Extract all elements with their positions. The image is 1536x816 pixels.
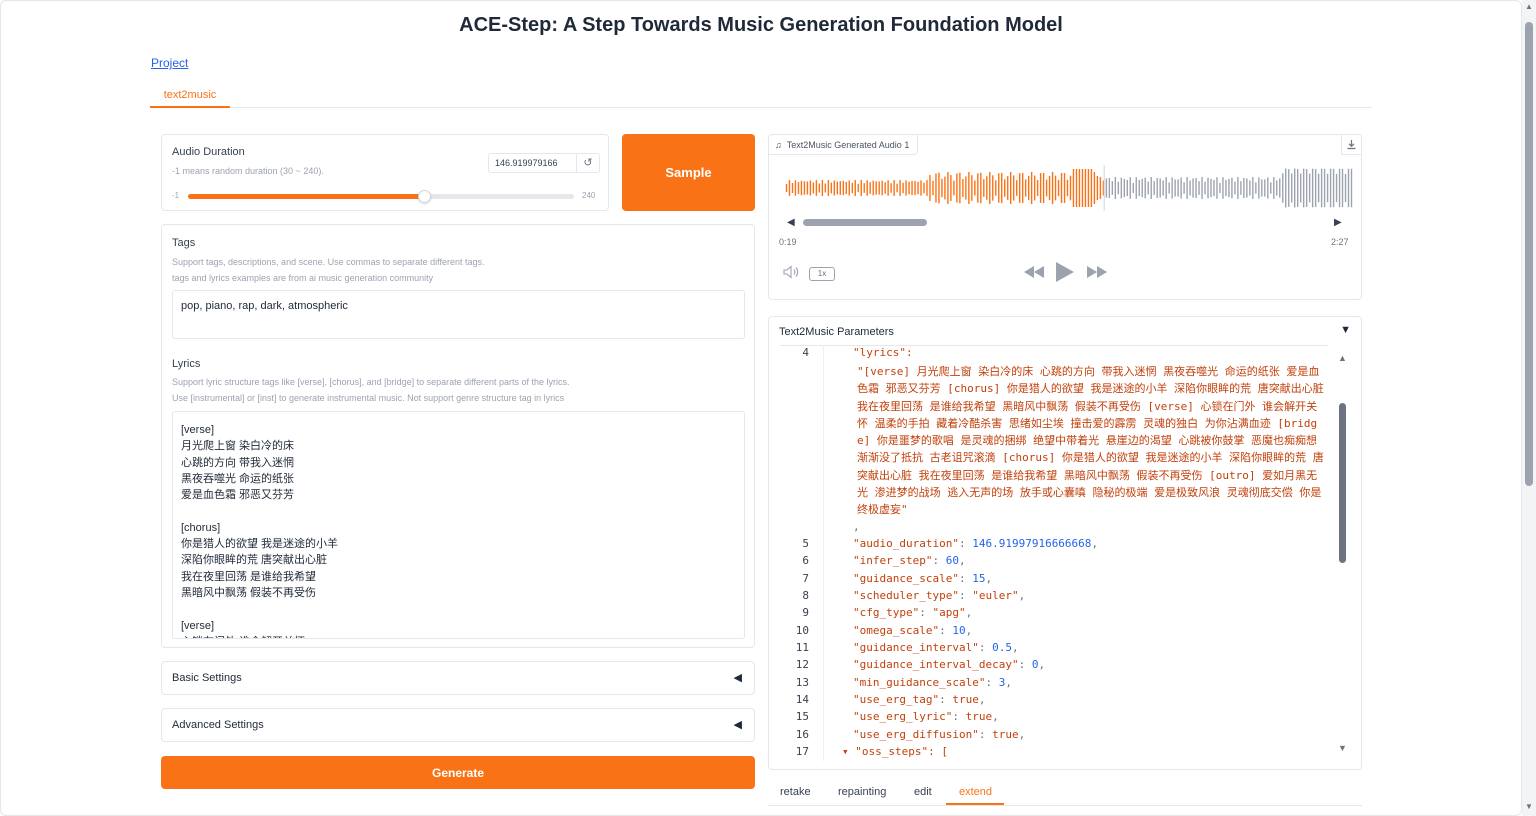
window-scrollbar[interactable]: ▲ ▼ bbox=[1522, 0, 1536, 816]
json-entry: "scheduler_type": "euler", bbox=[853, 588, 1026, 602]
collapse-arrow-icon: ◀ bbox=[733, 719, 742, 731]
json-entry: "omega_scale": 10, bbox=[853, 623, 973, 637]
audio-title: Text2Music Generated Audio 1 bbox=[786, 139, 910, 150]
audio-duration-hint: -1 means random duration (30 ~ 240). bbox=[172, 166, 324, 176]
waveform-scroll-left-icon[interactable]: ◀ bbox=[787, 217, 795, 228]
waveform-scroll-thumb[interactable] bbox=[803, 219, 927, 226]
reset-icon[interactable]: ↺ bbox=[577, 154, 599, 172]
rewind-icon[interactable] bbox=[1024, 266, 1044, 281]
main-tabbar: text2music bbox=[150, 86, 1372, 108]
lyrics-hint: Support lyric structure tags like [verse… bbox=[172, 377, 570, 387]
tab-repainting[interactable]: repainting bbox=[838, 786, 886, 798]
line-number: 12 bbox=[795, 658, 809, 672]
current-time: 0:19 bbox=[779, 237, 797, 247]
waveform-scroll-right-icon[interactable]: ▶ bbox=[1334, 217, 1342, 228]
slider-min-label: -1 bbox=[172, 191, 180, 200]
advanced-settings-accordion[interactable]: Advanced Settings ◀ bbox=[161, 708, 755, 742]
playback-rate-button[interactable]: 1x bbox=[809, 267, 835, 281]
tags-lyrics-panel: Tags Support tags, descriptions, and sce… bbox=[161, 224, 755, 648]
json-entry: "use_erg_lyric": true, bbox=[853, 710, 999, 724]
sample-button[interactable]: Sample bbox=[622, 134, 755, 211]
json-entry: "use_erg_diffusion": true, bbox=[853, 727, 1026, 741]
lyrics-input[interactable]: [verse] 月光爬上窗 染白冷的床 心跳的方向 带我入迷惘 黑夜吞噬光 命运… bbox=[172, 411, 745, 639]
tags-examples-hint: tags and lyrics examples are from ai mus… bbox=[172, 273, 434, 283]
audio-duration-slider[interactable] bbox=[188, 190, 574, 203]
parameters-panel: Text2Music Parameters ▼ 4 5 6 7 8 9 10 11 12 13 14… bbox=[768, 316, 1362, 770]
scroll-up-icon[interactable]: ▲ bbox=[1338, 353, 1347, 363]
download-icon[interactable] bbox=[1341, 135, 1361, 155]
scroll-down-icon[interactable]: ▼ bbox=[1525, 802, 1533, 811]
basic-settings-label: Basic Settings bbox=[172, 672, 242, 684]
json-entry-oss-steps[interactable]: ▾ "oss_steps": [ bbox=[842, 745, 948, 758]
audio-duration-number: 146.919979166 ↺ bbox=[488, 153, 600, 173]
line-number: 8 bbox=[802, 588, 809, 602]
line-number: 15 bbox=[795, 710, 809, 724]
line-number: 6 bbox=[802, 554, 809, 568]
scroll-down-icon[interactable]: ▼ bbox=[1338, 743, 1347, 753]
tab-text2music[interactable]: text2music bbox=[150, 86, 230, 108]
collapse-arrow-icon: ◀ bbox=[733, 672, 742, 684]
parameters-title: Text2Music Parameters bbox=[779, 326, 894, 338]
project-link[interactable]: Project bbox=[151, 56, 188, 70]
json-scroll-thumb[interactable] bbox=[1339, 403, 1346, 563]
json-entry: "guidance_scale": 15, bbox=[853, 571, 993, 585]
audio-label: ♫ Text2Music Generated Audio 1 bbox=[769, 135, 919, 155]
lyrics-instrumental-hint: Use [instrumental] or [inst] to generate… bbox=[172, 393, 565, 403]
line-number: 13 bbox=[795, 675, 809, 689]
line-number: 4 bbox=[802, 346, 809, 359]
line-number: 7 bbox=[802, 571, 809, 585]
tags-input[interactable]: pop, piano, rap, dark, atmospheric bbox=[172, 290, 745, 339]
line-number: 10 bbox=[795, 623, 809, 637]
json-entry: "infer_step": 60, bbox=[853, 554, 966, 568]
scroll-up-icon[interactable]: ▲ bbox=[1525, 2, 1533, 11]
page-title: ACE-Step: A Step Towards Music Generatio… bbox=[459, 14, 1063, 36]
json-scrollbar[interactable]: ▲ ▼ bbox=[1335, 353, 1351, 761]
basic-settings-accordion[interactable]: Basic Settings ◀ bbox=[161, 661, 755, 695]
audio-duration-panel: Audio Duration -1 means random duration … bbox=[161, 134, 609, 211]
waveform[interactable] bbox=[785, 165, 1353, 211]
json-value-lyrics: "[verse] 月光爬上窗 染白冷的床 心跳的方向 带我入迷惘 黑夜吞噬光 命… bbox=[857, 365, 1324, 517]
window-scroll-thumb[interactable] bbox=[1525, 22, 1533, 486]
line-number: 17 bbox=[795, 745, 809, 759]
edit-mode-tabs: retake repainting edit extend bbox=[768, 783, 1362, 806]
slider-max-label: 240 bbox=[582, 191, 596, 200]
audio-player-panel: ♫ Text2Music Generated Audio 1 ◀ ▶ 0:19 … bbox=[768, 134, 1362, 300]
slider-thumb[interactable] bbox=[418, 190, 432, 203]
active-tab-underline bbox=[946, 803, 1004, 805]
advanced-settings-label: Advanced Settings bbox=[172, 719, 264, 731]
line-number: 16 bbox=[795, 727, 809, 741]
json-comma: , bbox=[853, 519, 860, 533]
line-number: 11 bbox=[795, 640, 809, 654]
line-number-gutter: 4 5 6 7 8 9 10 11 12 13 14 15 16 17 bbox=[780, 346, 824, 761]
json-entry: "guidance_interval": 0.5, bbox=[853, 640, 1019, 654]
tab-extend[interactable]: extend bbox=[959, 786, 992, 798]
json-viewer[interactable]: 4 5 6 7 8 9 10 11 12 13 14 15 16 17 "lyrics": "[verse]… bbox=[780, 345, 1328, 761]
audio-duration-label: Audio Duration bbox=[172, 146, 245, 158]
line-number: 14 bbox=[795, 693, 809, 706]
line-number: 5 bbox=[802, 536, 809, 550]
volume-icon[interactable] bbox=[783, 265, 801, 282]
total-time: 2:27 bbox=[1331, 237, 1349, 247]
line-number: 9 bbox=[802, 606, 809, 620]
json-entry: "cfg_type": "apg", bbox=[853, 606, 973, 620]
tab-retake[interactable]: retake bbox=[780, 786, 811, 798]
audio-duration-input[interactable]: 146.919979166 bbox=[489, 154, 577, 172]
music-note-icon: ♫ bbox=[775, 139, 782, 150]
json-key-lyrics: "lyrics": bbox=[853, 346, 913, 359]
collapse-triangle-icon[interactable]: ▼ bbox=[1340, 324, 1351, 336]
slider-fill bbox=[188, 194, 425, 199]
json-entry: "guidance_interval_decay": 0, bbox=[853, 658, 1046, 672]
json-entry: "audio_duration": 146.91997916666668, bbox=[853, 536, 1099, 550]
tags-hint: Support tags, descriptions, and scene. U… bbox=[172, 257, 485, 267]
lyrics-label: Lyrics bbox=[172, 358, 201, 370]
generate-button[interactable]: Generate bbox=[161, 756, 755, 789]
json-entry: "use_erg_tag": true, bbox=[853, 693, 986, 706]
tags-label: Tags bbox=[172, 237, 196, 249]
tab-edit[interactable]: edit bbox=[914, 786, 932, 798]
fast-forward-icon[interactable] bbox=[1087, 266, 1107, 281]
json-entry: "min_guidance_scale": 3, bbox=[853, 675, 1012, 689]
play-icon[interactable] bbox=[1056, 262, 1074, 285]
